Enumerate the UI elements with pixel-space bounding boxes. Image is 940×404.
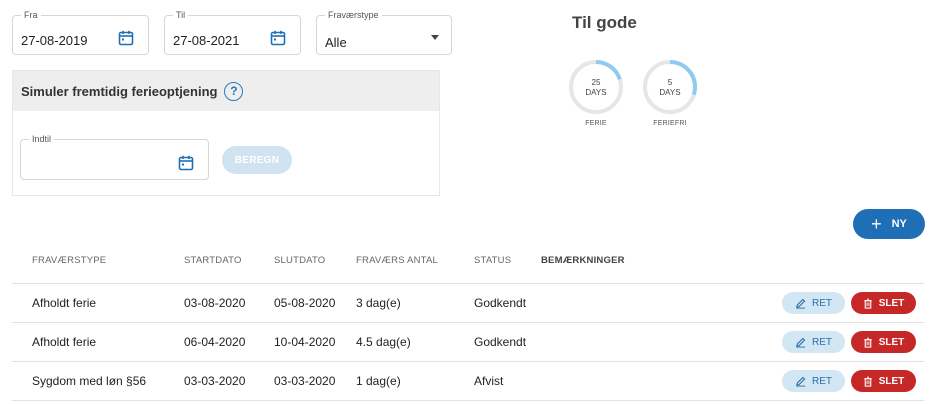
row-antal: 4.5 dag(e) [356,335,411,349]
row-slutdato: 03-03-2020 [274,374,336,388]
fravaerstype-label: Fraværstype [325,10,382,20]
chevron-down-icon [431,35,439,40]
edit-label: RET [812,297,832,309]
row-status: Godkendt [474,335,527,349]
beregn-button[interactable]: BEREGN [222,146,292,174]
row-type: Afholdt ferie [32,335,97,349]
delete-button[interactable]: SLET [851,331,916,353]
fravaerstype-select[interactable]: Fraværstype Alle [316,10,452,55]
feriefri-gauge: 5 DAYS FERIEFRI [642,59,698,127]
til-value: 27-08-2021 [173,33,240,48]
edit-button[interactable]: RET [782,370,845,392]
delete-label: SLET [878,336,905,348]
ferie-days-number: 25 [591,78,601,87]
feriefri-gauge-value: 5 DAYS [642,78,698,98]
row-startdato: 03-03-2020 [184,374,246,388]
row-status: Godkendt [474,296,527,310]
row-slutdato: 05-08-2020 [274,296,336,310]
delete-label: SLET [878,297,905,309]
calendar-icon[interactable] [270,30,286,46]
header-slutdato: SLUTDATO [274,255,326,266]
feriefri-days-unit: DAYS [659,88,681,97]
row-slutdato: 10-04-2020 [274,335,336,349]
table-row: Sygdom med løn §56 03-03-2020 03-03-2020… [12,362,924,400]
pencil-icon [796,337,806,348]
row-antal: 1 dag(e) [356,374,401,388]
til-gode-title: Til gode [572,13,637,32]
delete-label: SLET [878,375,905,387]
til-label: Til [173,10,189,20]
pencil-icon [796,376,806,387]
calendar-icon[interactable] [118,30,134,46]
edit-label: RET [812,375,832,387]
trash-icon [864,376,872,387]
edit-button[interactable]: RET [782,292,845,314]
ferie-gauge-label: FERIE [585,120,607,127]
header-fravaerstype: FRAVÆRSTYPE [32,255,107,266]
indtil-date-field[interactable]: Indtil [20,134,209,180]
row-antal: 3 dag(e) [356,296,401,310]
row-type: Afholdt ferie [32,296,97,310]
simulate-header: Simuler fremtidig ferieoptjening ? [13,71,439,111]
calendar-icon[interactable] [178,155,194,171]
add-new-button[interactable]: + NY [853,209,925,239]
help-icon[interactable]: ? [224,81,244,101]
trash-icon [864,298,872,309]
ferie-gauge-value: 25 DAYS [568,78,624,98]
fra-label: Fra [21,10,41,20]
pencil-icon [796,298,806,309]
indtil-label: Indtil [29,134,55,144]
table-row: Afholdt ferie 06-04-2020 10-04-2020 4.5 … [12,323,924,361]
simulate-title: Simuler fremtidig ferieoptjening [21,83,218,99]
til-date-field[interactable]: Til 27-08-2021 [164,10,301,55]
ferie-gauge: 25 DAYS FERIE [568,59,624,127]
plus-icon: + [871,214,882,234]
edit-button[interactable]: RET [782,331,845,353]
fra-date-field[interactable]: Fra 27-08-2019 [12,10,149,55]
header-bemaerkninger: BEMÆRKNINGER [541,255,625,266]
delete-button[interactable]: SLET [851,370,916,392]
add-new-label: NY [891,218,907,230]
feriefri-gauge-label: FERIEFRI [653,120,687,127]
fravaerstype-value: Alle [325,35,347,50]
fra-value: 27-08-2019 [21,33,88,48]
header-status: STATUS [474,255,512,266]
ferie-days-unit: DAYS [585,88,607,97]
trash-icon [864,337,872,348]
row-type: Sygdom med løn §56 [32,374,147,388]
delete-button[interactable]: SLET [851,292,916,314]
header-startdato: STARTDATO [184,255,242,266]
table-row: Afholdt ferie 03-08-2020 05-08-2020 3 da… [12,284,924,322]
feriefri-days-number: 5 [667,78,673,87]
row-startdato: 03-08-2020 [184,296,246,310]
row-status: Afvist [474,374,504,388]
header-fravaers-antal: FRAVÆRS ANTAL [356,255,438,266]
row-divider [12,400,924,401]
row-startdato: 06-04-2020 [184,335,246,349]
edit-label: RET [812,336,832,348]
